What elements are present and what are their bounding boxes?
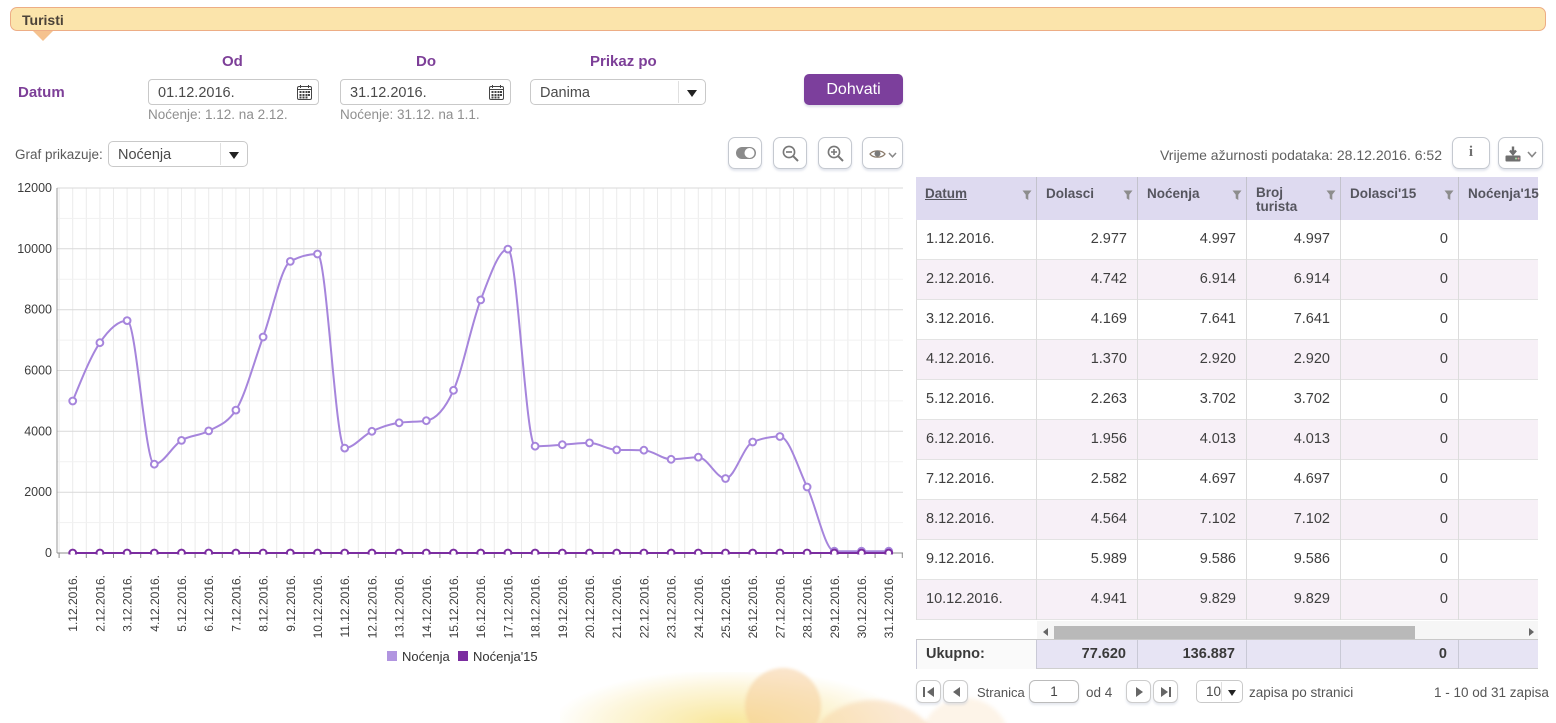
svg-text:3.12.2016.: 3.12.2016. bbox=[121, 575, 135, 632]
svg-text:9.12.2016.: 9.12.2016. bbox=[284, 575, 298, 632]
svg-text:2.12.2016.: 2.12.2016. bbox=[93, 575, 107, 632]
svg-text:28.12.2016.: 28.12.2016. bbox=[801, 575, 815, 638]
svg-text:5.12.2016.: 5.12.2016. bbox=[175, 575, 189, 632]
svg-text:24.12.2016.: 24.12.2016. bbox=[692, 575, 706, 638]
svg-text:Noćenja: Noćenja bbox=[402, 649, 450, 664]
svg-text:4000: 4000 bbox=[24, 424, 52, 438]
svg-text:26.12.2016.: 26.12.2016. bbox=[746, 575, 760, 638]
svg-text:19.12.2016.: 19.12.2016. bbox=[556, 575, 570, 638]
svg-text:21.12.2016.: 21.12.2016. bbox=[610, 575, 624, 638]
svg-text:31.12.2016.: 31.12.2016. bbox=[882, 575, 896, 638]
svg-text:7.12.2016.: 7.12.2016. bbox=[229, 575, 243, 632]
svg-text:Noćenja'15: Noćenja'15 bbox=[473, 649, 538, 664]
svg-text:18.12.2016.: 18.12.2016. bbox=[529, 575, 543, 638]
svg-text:29.12.2016.: 29.12.2016. bbox=[828, 575, 842, 638]
svg-text:8000: 8000 bbox=[24, 303, 52, 317]
svg-text:6.12.2016.: 6.12.2016. bbox=[202, 575, 216, 632]
svg-text:12000: 12000 bbox=[17, 181, 52, 195]
svg-text:4.12.2016.: 4.12.2016. bbox=[148, 575, 162, 632]
svg-text:10000: 10000 bbox=[17, 242, 52, 256]
svg-text:22.12.2016.: 22.12.2016. bbox=[637, 575, 651, 638]
svg-text:8.12.2016.: 8.12.2016. bbox=[257, 575, 271, 632]
svg-text:12.12.2016.: 12.12.2016. bbox=[365, 575, 379, 638]
svg-text:16.12.2016.: 16.12.2016. bbox=[474, 575, 488, 638]
svg-text:15.12.2016.: 15.12.2016. bbox=[447, 575, 461, 638]
svg-text:27.12.2016.: 27.12.2016. bbox=[773, 575, 787, 638]
svg-text:25.12.2016.: 25.12.2016. bbox=[719, 575, 733, 638]
svg-text:6000: 6000 bbox=[24, 364, 52, 378]
svg-text:2000: 2000 bbox=[24, 485, 52, 499]
svg-text:20.12.2016.: 20.12.2016. bbox=[583, 575, 597, 638]
svg-text:17.12.2016.: 17.12.2016. bbox=[501, 575, 515, 638]
svg-text:10.12.2016.: 10.12.2016. bbox=[311, 575, 325, 638]
svg-text:23.12.2016.: 23.12.2016. bbox=[665, 575, 679, 638]
svg-text:13.12.2016.: 13.12.2016. bbox=[393, 575, 407, 638]
svg-text:11.12.2016.: 11.12.2016. bbox=[338, 575, 352, 638]
svg-text:14.12.2016.: 14.12.2016. bbox=[420, 575, 434, 638]
svg-text:30.12.2016.: 30.12.2016. bbox=[855, 575, 869, 638]
svg-text:1.12.2016.: 1.12.2016. bbox=[66, 575, 80, 632]
svg-text:0: 0 bbox=[45, 546, 52, 560]
